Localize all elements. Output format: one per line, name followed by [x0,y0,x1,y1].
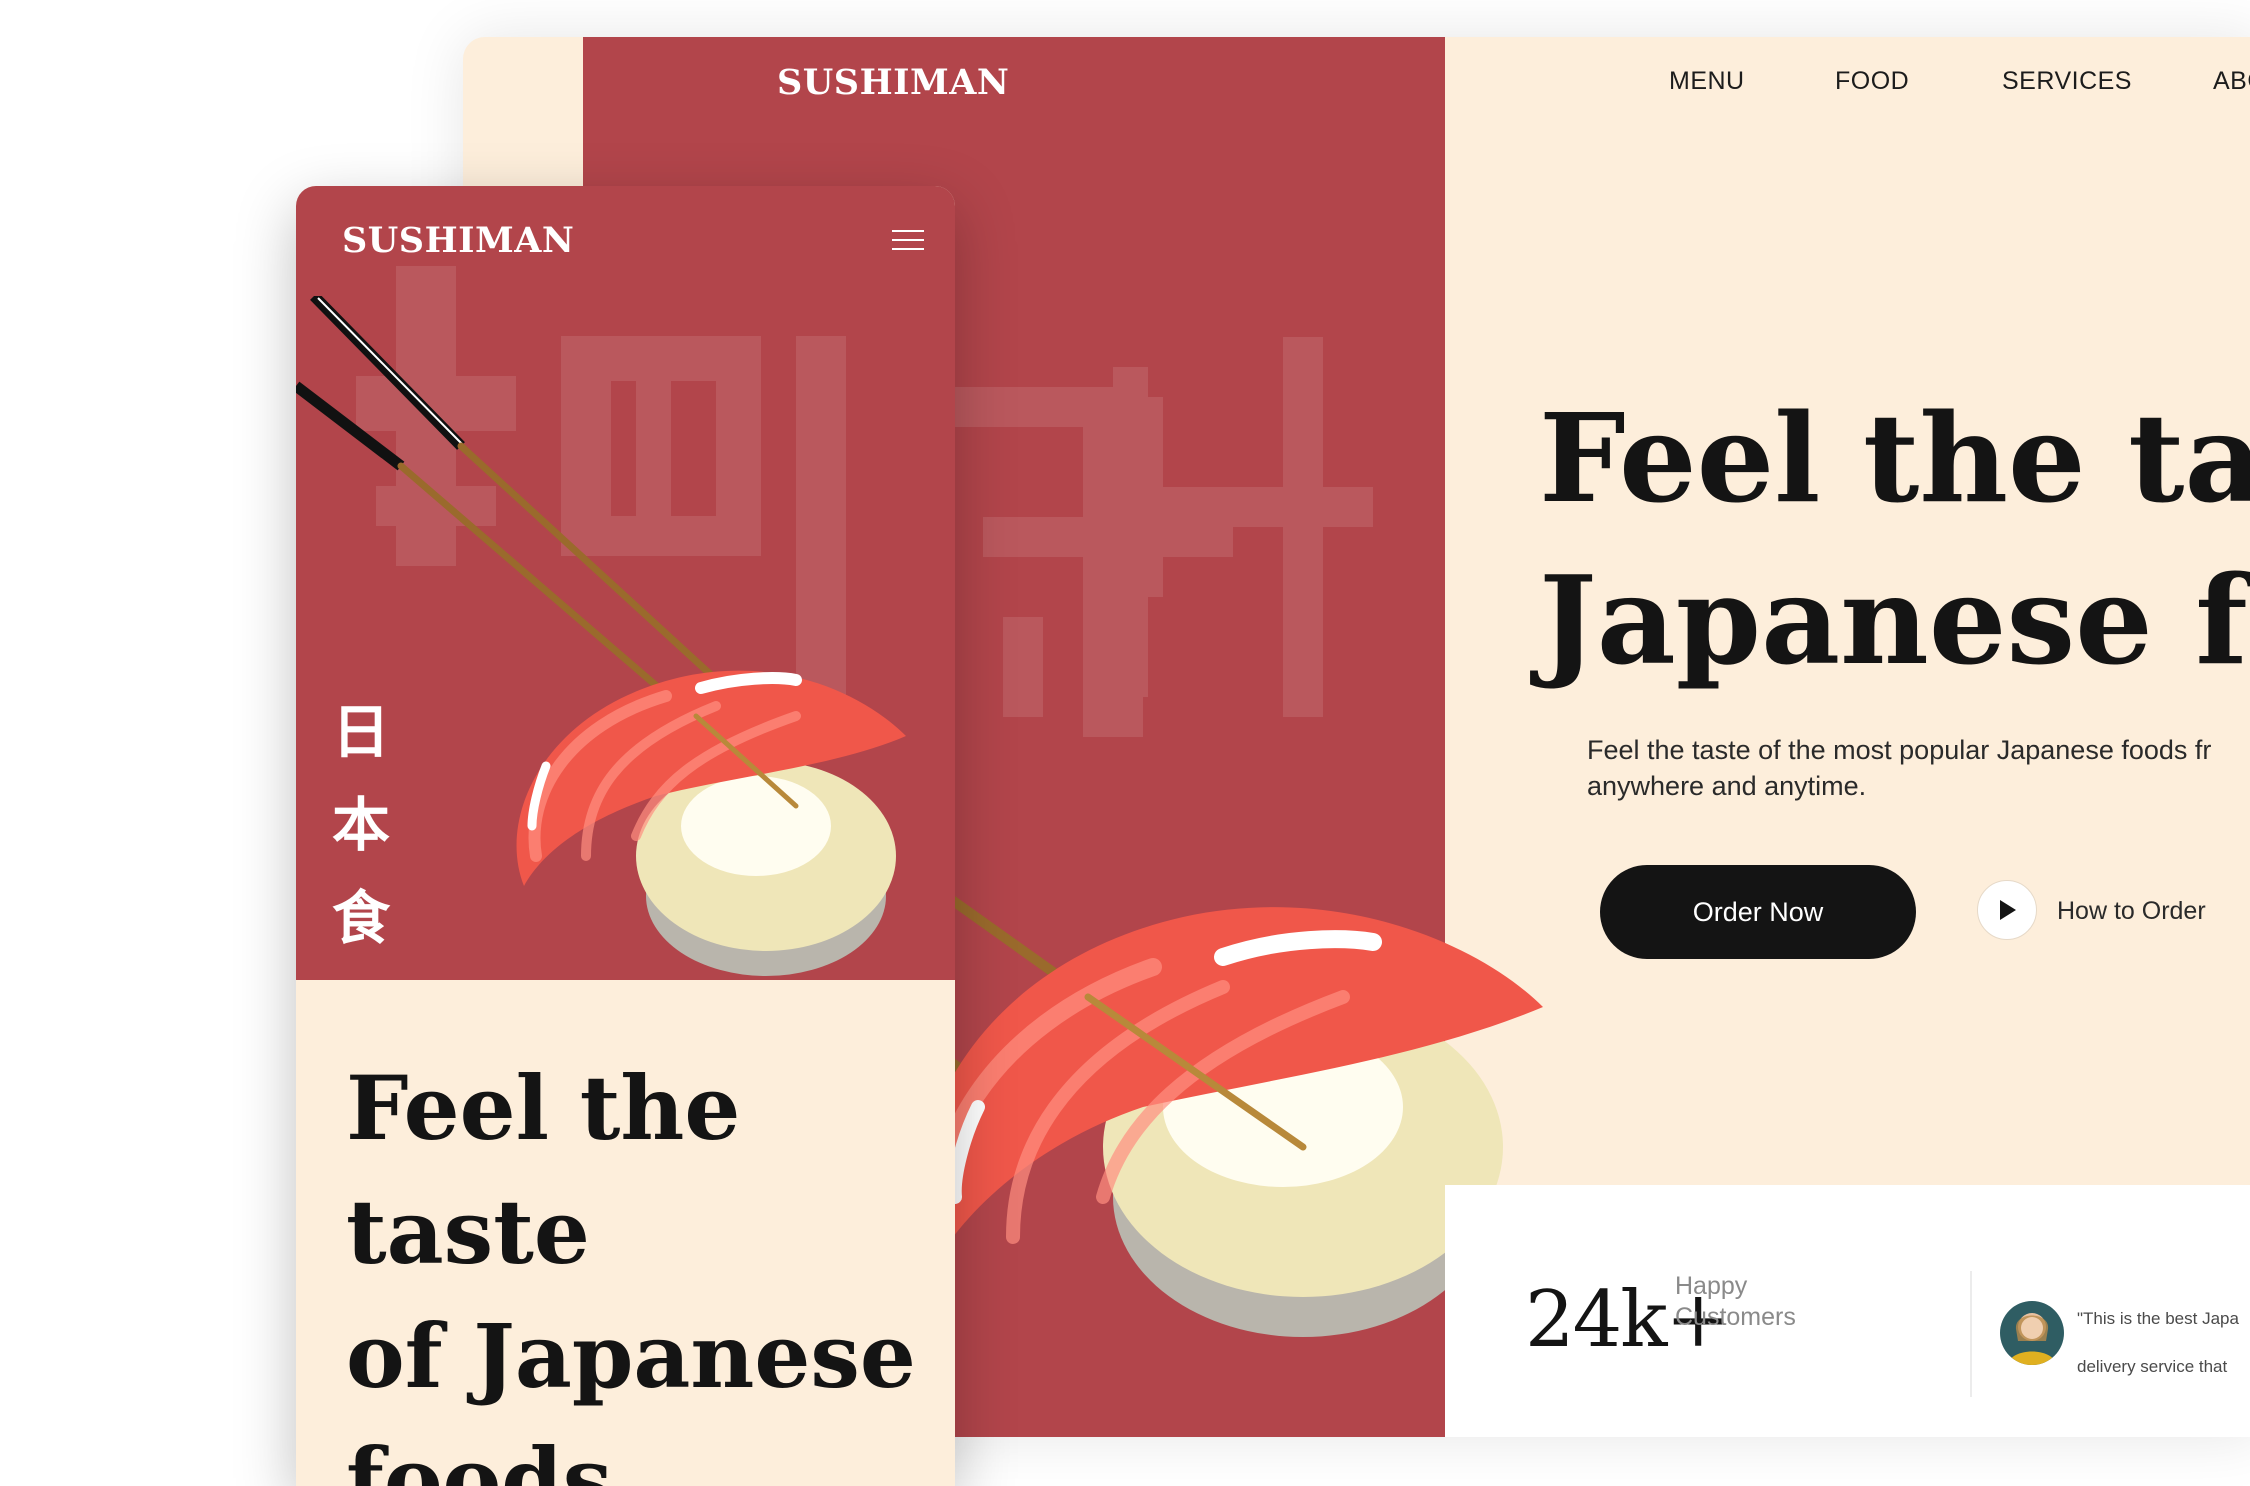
hero-subtitle-line2: anywhere and anytime. [1587,771,1867,801]
hero-title-line1: Feel the taste [1539,386,2250,530]
testimonial-quote: "This is the best Japa delivery service … [2077,1295,2250,1391]
mobile-hero-title: Feel the taste of Japanese foods [346,1046,946,1486]
mobile-title-line1: Feel the taste [346,1056,741,1284]
how-to-order-link[interactable]: How to Order [2057,897,2206,926]
mobile-logo[interactable]: SUSHIMAN [342,220,574,261]
mobile-mockup: SUSHIMAN 日 本 食 Feel the taste of Japanes… [296,186,955,1486]
nav-food[interactable]: FOOD [1835,67,1909,96]
nav-menu[interactable]: MENU [1669,67,1745,96]
stat-label-line1: Happy [1675,1272,1748,1300]
nav-services[interactable]: SERVICES [2002,67,2132,96]
stat-label: Happy Customers [1675,1271,1796,1333]
mobile-title-line2: of Japanese [346,1304,916,1408]
quote-line2: delivery service that [2077,1357,2228,1376]
hamburger-menu-icon[interactable] [892,230,924,252]
hero-subtitle-line1: Feel the taste of the most popular Japan… [1587,735,2212,765]
stat-label-line2: Customers [1675,1303,1796,1331]
stats-divider [1970,1271,1972,1397]
hero-subtitle: Feel the taste of the most popular Japan… [1587,732,2250,804]
quote-line1: "This is the best Japa [2077,1309,2239,1328]
play-icon[interactable] [1977,880,2037,940]
desktop-logo[interactable]: SUSHIMAN [777,62,1009,103]
nav-about[interactable]: ABO [2213,67,2250,96]
avatar [2000,1301,2064,1365]
stats-bar: 24k+ Happy Customers "This is the best J… [1445,1185,2250,1437]
mobile-title-line3: foods [346,1428,613,1486]
sushi-illustration [296,296,906,976]
